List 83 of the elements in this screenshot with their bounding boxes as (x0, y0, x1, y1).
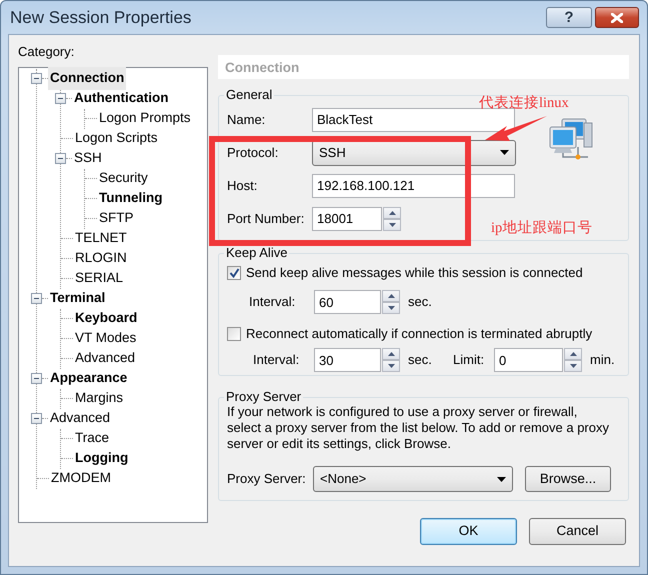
spin-up-button[interactable] (382, 348, 400, 360)
tree-item[interactable]: VT Modes (73, 327, 138, 350)
tree-item[interactable]: Terminal (48, 287, 108, 310)
field-label: Interval: (253, 351, 300, 370)
window-title: New Session Properties (10, 6, 192, 29)
collapse-icon[interactable] (55, 93, 66, 104)
tree-item[interactable]: Keyboard (73, 307, 140, 330)
tree-item[interactable]: Logon Scripts (73, 127, 160, 150)
caret-icon (500, 150, 509, 155)
tree-item[interactable]: Advanced (73, 347, 138, 370)
unit-label: min. (590, 351, 615, 370)
collapse-icon[interactable] (31, 293, 42, 304)
tree-item[interactable]: RLOGIN (73, 247, 129, 270)
field-label: Proxy Server: (227, 470, 307, 488)
spin-down-button[interactable] (383, 218, 401, 230)
up-arrow-icon (388, 352, 394, 356)
up-arrow-icon (388, 294, 394, 298)
tree-item[interactable]: Authentication (72, 87, 170, 110)
text-field[interactable]: 0 (494, 348, 563, 372)
tree-item[interactable]: Trace (73, 427, 112, 450)
up-arrow-icon (388, 210, 396, 214)
tree-item[interactable]: Connection (48, 67, 126, 90)
text-field[interactable]: 18001 (312, 206, 382, 230)
field-label: Name: (227, 110, 266, 129)
down-arrow-icon (570, 364, 576, 368)
spin-up-button[interactable] (383, 206, 401, 218)
down-arrow-icon (388, 306, 394, 310)
browse-button[interactable]: Browse... (525, 466, 611, 492)
field-label: Host: (227, 176, 258, 195)
field-label: Interval: (249, 293, 296, 312)
group-title: Keep Alive (224, 245, 290, 261)
tree-item[interactable]: SSH (72, 147, 104, 170)
checkbox-label[interactable]: Send keep alive messages while this session is connected (246, 263, 583, 283)
dialog-button[interactable]: OK (420, 518, 517, 545)
tree-item[interactable]: Advanced (48, 407, 112, 430)
collapse-icon[interactable] (31, 413, 42, 424)
tree-item[interactable]: Security (97, 167, 150, 190)
checkbox[interactable] (227, 266, 241, 280)
tree-item[interactable]: Tunneling (97, 187, 164, 210)
annotation-text: ip地址跟端口号 (491, 219, 592, 237)
tree-item[interactable]: TELNET (73, 227, 129, 250)
checkbox[interactable] (227, 327, 241, 341)
caret-icon (497, 476, 506, 482)
tree-item[interactable]: ZMODEM (49, 467, 113, 490)
down-arrow-icon (388, 222, 396, 226)
field-label: Protocol: (227, 144, 280, 162)
tree-item[interactable]: SERIAL (73, 267, 126, 290)
tree-item[interactable]: SFTP (97, 207, 136, 230)
up-arrow-icon (570, 352, 576, 356)
tree-item[interactable]: Logon Prompts (97, 107, 193, 130)
dialog-button[interactable]: Cancel (529, 518, 626, 545)
spin-up-button[interactable] (382, 290, 400, 302)
computer-network-icon (548, 117, 594, 161)
field-label: Limit: (453, 351, 486, 370)
spin-down-button[interactable] (564, 360, 582, 372)
unit-label: sec. (408, 351, 433, 370)
text-field[interactable]: 192.168.100.121 (312, 174, 515, 198)
text-field[interactable]: 30 (314, 348, 381, 372)
collapse-icon[interactable] (31, 73, 42, 84)
description-text: If your network is configured to use a proxy server or firewall, select a proxy server from the list below. To add or remove a proxy server or edit its settings, click Browse. (227, 404, 610, 452)
tree-item[interactable]: Logging (73, 447, 130, 470)
field-label: Port Number: (227, 210, 306, 228)
check-icon (228, 268, 240, 278)
checkbox-label[interactable]: Reconnect automatically if connection is terminated abruptly (246, 324, 592, 344)
close-button[interactable] (595, 7, 639, 28)
spin-down-button[interactable] (382, 360, 400, 372)
spin-down-button[interactable] (382, 302, 400, 314)
close-icon (611, 12, 623, 22)
unit-label: sec. (408, 293, 433, 312)
tree-item[interactable]: Appearance (48, 367, 130, 390)
spin-up-button[interactable] (564, 348, 582, 360)
tree-item[interactable]: Margins (73, 387, 126, 410)
text-field[interactable]: 60 (314, 290, 381, 314)
help-button[interactable]: ? (546, 7, 592, 28)
collapse-icon[interactable] (31, 373, 42, 384)
text-field[interactable]: BlackTest (312, 108, 515, 132)
collapse-icon[interactable] (55, 153, 66, 164)
panel-title: Connection (218, 55, 629, 79)
arrow-icon (485, 116, 547, 142)
group-title: Proxy Server (224, 389, 304, 405)
down-arrow-icon (388, 364, 394, 368)
proxy-dropdown[interactable]: <None> (313, 466, 513, 492)
category-label: Category: (18, 43, 76, 61)
